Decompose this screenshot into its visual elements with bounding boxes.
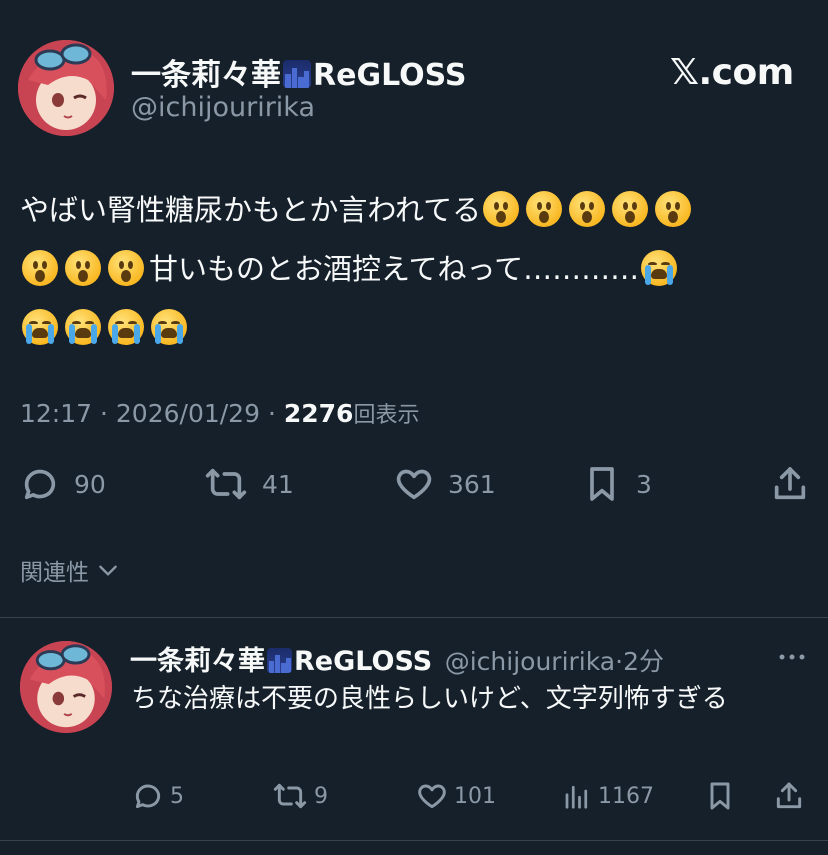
bookmark-button[interactable]: 3	[582, 464, 652, 504]
reply-retweet-button[interactable]: 9	[272, 780, 328, 812]
crying-face-emoji-icon	[151, 309, 187, 345]
avatar-illustration-icon	[18, 40, 114, 136]
reply-icon	[24, 469, 56, 500]
hushed-face-emoji-icon	[108, 250, 144, 286]
divider	[0, 840, 828, 841]
author-avatar[interactable]	[18, 40, 114, 136]
crying-face-emoji-icon	[641, 250, 678, 286]
reply-text: ちな治療は不要の良性らしいけど、文字列怖すぎる	[131, 684, 728, 714]
heart-icon	[418, 784, 446, 809]
reply-like-button[interactable]: 101	[416, 780, 496, 812]
reply-like-count: 101	[454, 783, 496, 809]
tweet-text-line1: やばい腎性糖尿かもとか言われてる	[20, 193, 482, 227]
author-handle[interactable]: @ichijouririka	[131, 92, 315, 123]
author-name[interactable]: 一条莉々華 ReGLOSS	[131, 50, 467, 94]
reply-share-button[interactable]	[773, 780, 805, 812]
reply-header: 一条莉々華 ReGLOSS @ichijouririka·2分	[130, 639, 664, 678]
view-count: 2276	[283, 399, 354, 428]
hushed-face-emoji-icon	[569, 191, 606, 227]
crying-face-emoji-icon	[22, 309, 58, 345]
reply-view-count: 1167	[598, 783, 654, 809]
hushed-face-emoji-icon	[65, 250, 101, 286]
author-name-text: 一条莉々華	[131, 58, 281, 93]
reply-button[interactable]: 90	[20, 464, 106, 504]
tweet-text: やばい腎性糖尿かもとか言われてる甘いものとお酒控えてねって…………	[20, 181, 810, 358]
meta-separator: ·	[615, 647, 624, 676]
reply-bookmark-button[interactable]	[704, 780, 736, 812]
reply-author-avatar[interactable]	[20, 641, 112, 733]
reply-views-button[interactable]: 1167	[562, 780, 654, 812]
retweet-icon	[273, 783, 307, 809]
crying-face-emoji-icon	[65, 309, 101, 345]
reply-reply-count: 5	[170, 783, 184, 809]
analytics-bars-icon	[565, 785, 588, 809]
reply-author-name[interactable]: 一条莉々華 ReGLOSS	[130, 646, 432, 677]
tweet-date[interactable]: 2026/01/29	[116, 399, 260, 428]
more-options-button[interactable]	[776, 645, 808, 673]
hushed-face-emoji-icon	[22, 250, 58, 286]
share-icon	[774, 467, 806, 500]
crying-face-emoji-icon	[108, 309, 144, 345]
hushed-face-emoji-icon	[526, 191, 563, 227]
related-label: 関連性	[20, 560, 89, 586]
avatar-illustration-icon	[20, 641, 112, 733]
hushed-face-emoji-icon	[612, 191, 649, 227]
share-button[interactable]	[770, 464, 810, 504]
reply-count: 90	[74, 469, 106, 499]
bookmark-icon	[590, 467, 614, 501]
tweet-meta: 12:17 · 2026/01/29 · 2276回表示	[20, 397, 419, 429]
hushed-face-emoji-icon	[483, 191, 520, 227]
like-count: 361	[448, 469, 496, 499]
more-dots-icon	[779, 654, 805, 660]
reply-author-name-suffix: ReGLOSS	[294, 646, 433, 677]
author-name-suffix: ReGLOSS	[313, 58, 467, 93]
retweet-icon	[205, 468, 247, 500]
x-logo: 𝕏.com	[670, 52, 794, 93]
divider	[0, 617, 828, 618]
meta-separator: ·	[267, 399, 276, 428]
night-city-emoji-icon	[267, 648, 292, 673]
tweet-time[interactable]: 12:17	[20, 399, 92, 428]
bookmark-count: 3	[636, 469, 652, 499]
heart-icon	[396, 469, 432, 500]
view-count-label: 回表示	[353, 403, 420, 428]
hushed-face-emoji-icon	[655, 191, 692, 227]
retweet-count: 41	[262, 469, 294, 499]
meta-separator: ·	[100, 399, 108, 428]
reply-author-name-text: 一条莉々華	[130, 646, 265, 677]
share-icon	[776, 782, 802, 809]
reply-reply-button[interactable]: 5	[132, 780, 184, 812]
reply-author-handle[interactable]: @ichijouririka	[445, 647, 615, 676]
chevron-down-icon	[99, 565, 117, 576]
bookmark-icon	[710, 782, 730, 810]
tweet-text-line2: 甘いものとお酒控えてねって…………	[149, 252, 640, 286]
retweet-button[interactable]: 41	[204, 464, 294, 504]
reply-time[interactable]: 2分	[623, 647, 664, 676]
reply-icon	[135, 784, 161, 809]
related-sort-toggle[interactable]: 関連性	[20, 553, 121, 587]
reply-retweet-count: 9	[314, 783, 328, 809]
night-city-emoji-icon	[283, 60, 311, 88]
like-button[interactable]: 361	[394, 464, 496, 504]
